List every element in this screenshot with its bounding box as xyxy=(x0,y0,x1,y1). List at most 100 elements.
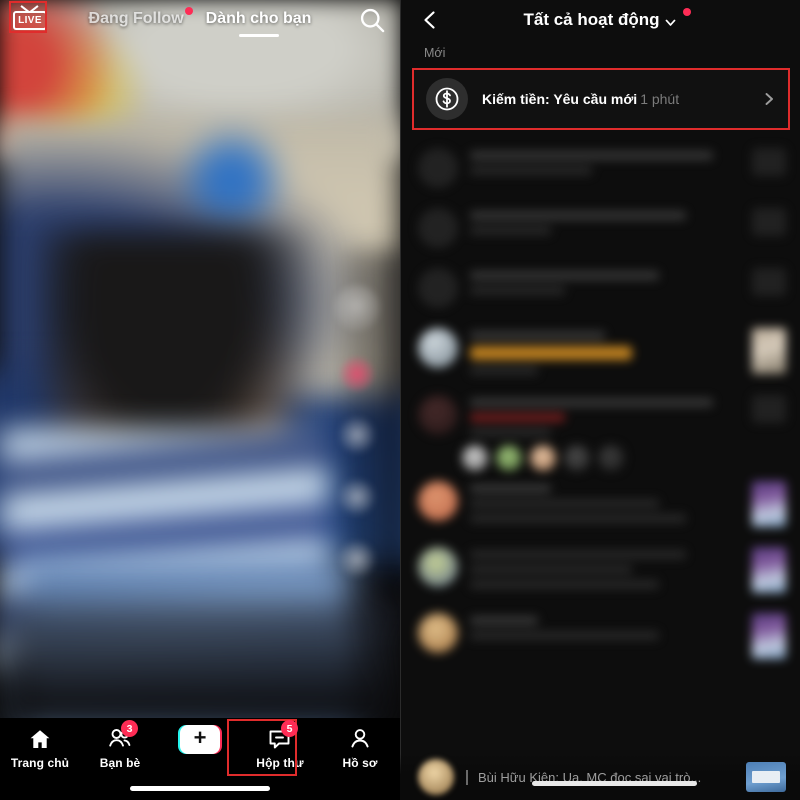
avatar xyxy=(418,268,458,308)
text-line xyxy=(470,413,565,422)
list-item-text xyxy=(470,395,740,437)
list-item-action[interactable] xyxy=(752,268,786,296)
list-item-thumbnail[interactable] xyxy=(752,613,786,659)
inbox-header: Tất cả hoạt động xyxy=(400,0,800,40)
dollar-circle-icon xyxy=(426,78,468,120)
list-item-thumbnail[interactable] xyxy=(752,547,786,593)
inbox-badge: 5 xyxy=(281,720,298,737)
money-row-highlight-box: Kiếm tiền: Yêu cầu mới 1 phút xyxy=(412,68,790,130)
tiktok-feed-panel: Đang Follow Dành cho bạn LIVE Trang chủ … xyxy=(0,0,400,800)
notification-row-monetization[interactable]: Kiếm tiền: Yêu cầu mới 1 phút xyxy=(414,70,788,128)
create-plus-icon: + xyxy=(178,724,222,754)
text-line xyxy=(470,616,538,625)
tab-dang-follow-label: Đang Follow xyxy=(88,10,184,27)
text-line xyxy=(470,631,659,640)
list-item-thumbnail[interactable] xyxy=(752,481,786,527)
friends-icon: 3 xyxy=(107,720,138,752)
avatar xyxy=(418,208,458,248)
text-line xyxy=(470,211,686,220)
avatar-stack xyxy=(400,445,800,471)
feed-top-bar: Đang Follow Dành cho bạn LIVE xyxy=(0,0,400,38)
back-chevron-icon[interactable] xyxy=(418,8,442,32)
tab-danh-cho-ban-label: Dành cho bạn xyxy=(205,10,312,27)
inbox-icon: 5 xyxy=(267,720,298,752)
share-icon[interactable] xyxy=(339,541,375,577)
bottom-message-thumbnail[interactable] xyxy=(746,762,786,792)
list-item-action[interactable] xyxy=(752,395,786,423)
friends-badge: 3 xyxy=(121,720,138,737)
dual-screenshot: Đang Follow Dành cho bạn LIVE Trang chủ … xyxy=(0,0,800,800)
video-bg-bottom-shade xyxy=(0,600,400,730)
home-icon xyxy=(28,726,52,752)
author-avatar-icon[interactable] xyxy=(334,285,380,331)
profile-icon xyxy=(348,726,372,752)
list-item[interactable] xyxy=(400,198,800,258)
bookmark-icon[interactable] xyxy=(339,479,375,515)
text-line xyxy=(470,550,686,559)
text-line xyxy=(470,166,592,175)
nav-item-inbox[interactable]: 5 Hộp thư xyxy=(227,719,320,778)
bottom-navigation-bar: Trang chủ 3 Bạn bè + 5 Hộp thư Hồ sơ xyxy=(0,718,400,800)
text-line xyxy=(470,271,659,280)
list-item-text xyxy=(470,268,740,295)
avatar xyxy=(418,395,458,435)
create-plus-glyph: + xyxy=(180,724,220,754)
list-item-text xyxy=(470,613,740,640)
text-line xyxy=(470,366,538,375)
list-item[interactable] xyxy=(400,318,800,385)
text-line xyxy=(470,226,551,235)
list-item[interactable] xyxy=(400,138,800,198)
list-item[interactable] xyxy=(400,385,800,447)
inbox-title-dropdown[interactable]: Tất cả hoạt động xyxy=(523,8,691,30)
text-line xyxy=(470,514,686,523)
avatar xyxy=(418,547,458,587)
title-notification-dot-icon xyxy=(682,8,691,16)
nav-item-profile[interactable]: Hồ sơ xyxy=(320,726,400,778)
list-item-text xyxy=(470,481,740,523)
monetization-row-text: Kiếm tiền: Yêu cầu mới 1 phút xyxy=(468,91,762,107)
list-item-text xyxy=(470,328,740,375)
text-line xyxy=(470,398,713,407)
tab-danh-cho-ban[interactable]: Dành cho bạn xyxy=(205,10,312,37)
text-line xyxy=(470,286,565,295)
list-item[interactable] xyxy=(400,471,800,537)
nav-label-home: Trang chủ xyxy=(10,756,70,770)
avatar xyxy=(418,613,458,653)
monetization-timestamp: 1 phút xyxy=(640,91,680,107)
avatar xyxy=(418,759,454,795)
text-line xyxy=(470,499,659,508)
text-line xyxy=(470,151,713,160)
monetization-label: Kiếm tiền: Yêu cầu mới xyxy=(482,91,638,107)
bottom-message-preview[interactable]: Bùi Hữu Kiên: Ua. MC đọc sai vai trò... xyxy=(400,754,800,800)
page-title: Tất cả hoạt động xyxy=(523,10,660,29)
comment-icon[interactable] xyxy=(339,417,375,453)
text-line xyxy=(470,484,551,493)
list-item[interactable] xyxy=(400,603,800,669)
list-item-thumbnail[interactable] xyxy=(752,328,786,374)
tab-dang-follow-dot-icon xyxy=(184,7,193,15)
list-item-action[interactable] xyxy=(752,208,786,236)
notification-list xyxy=(400,138,800,669)
tab-dang-follow[interactable]: Đang Follow xyxy=(88,7,193,28)
text-line xyxy=(470,565,632,574)
list-item-text xyxy=(470,547,740,589)
list-item-text xyxy=(470,148,740,175)
search-icon[interactable] xyxy=(358,6,386,34)
section-label-new: Mới xyxy=(424,46,446,60)
home-indicator xyxy=(130,786,270,791)
text-line xyxy=(470,580,659,589)
list-item[interactable] xyxy=(400,537,800,603)
feed-tabs: Đang Follow Dành cho bạn xyxy=(0,0,400,38)
list-item-action[interactable] xyxy=(752,148,786,176)
bottom-message-underline xyxy=(532,781,697,786)
text-line xyxy=(470,331,605,340)
nav-item-friends[interactable]: 3 Bạn bè xyxy=(80,720,160,778)
list-item-text xyxy=(470,208,740,235)
nav-label-profile: Hồ sơ xyxy=(342,756,378,770)
nav-label-friends: Bạn bè xyxy=(99,756,141,770)
active-tab-underline xyxy=(238,34,279,37)
like-heart-icon[interactable] xyxy=(340,357,374,391)
list-item[interactable] xyxy=(400,258,800,318)
tiktok-inbox-panel: Tất cả hoạt động Mới Kiếm tiền: Yêu cầu … xyxy=(400,0,800,800)
nav-item-home[interactable]: Trang chủ xyxy=(0,726,80,778)
